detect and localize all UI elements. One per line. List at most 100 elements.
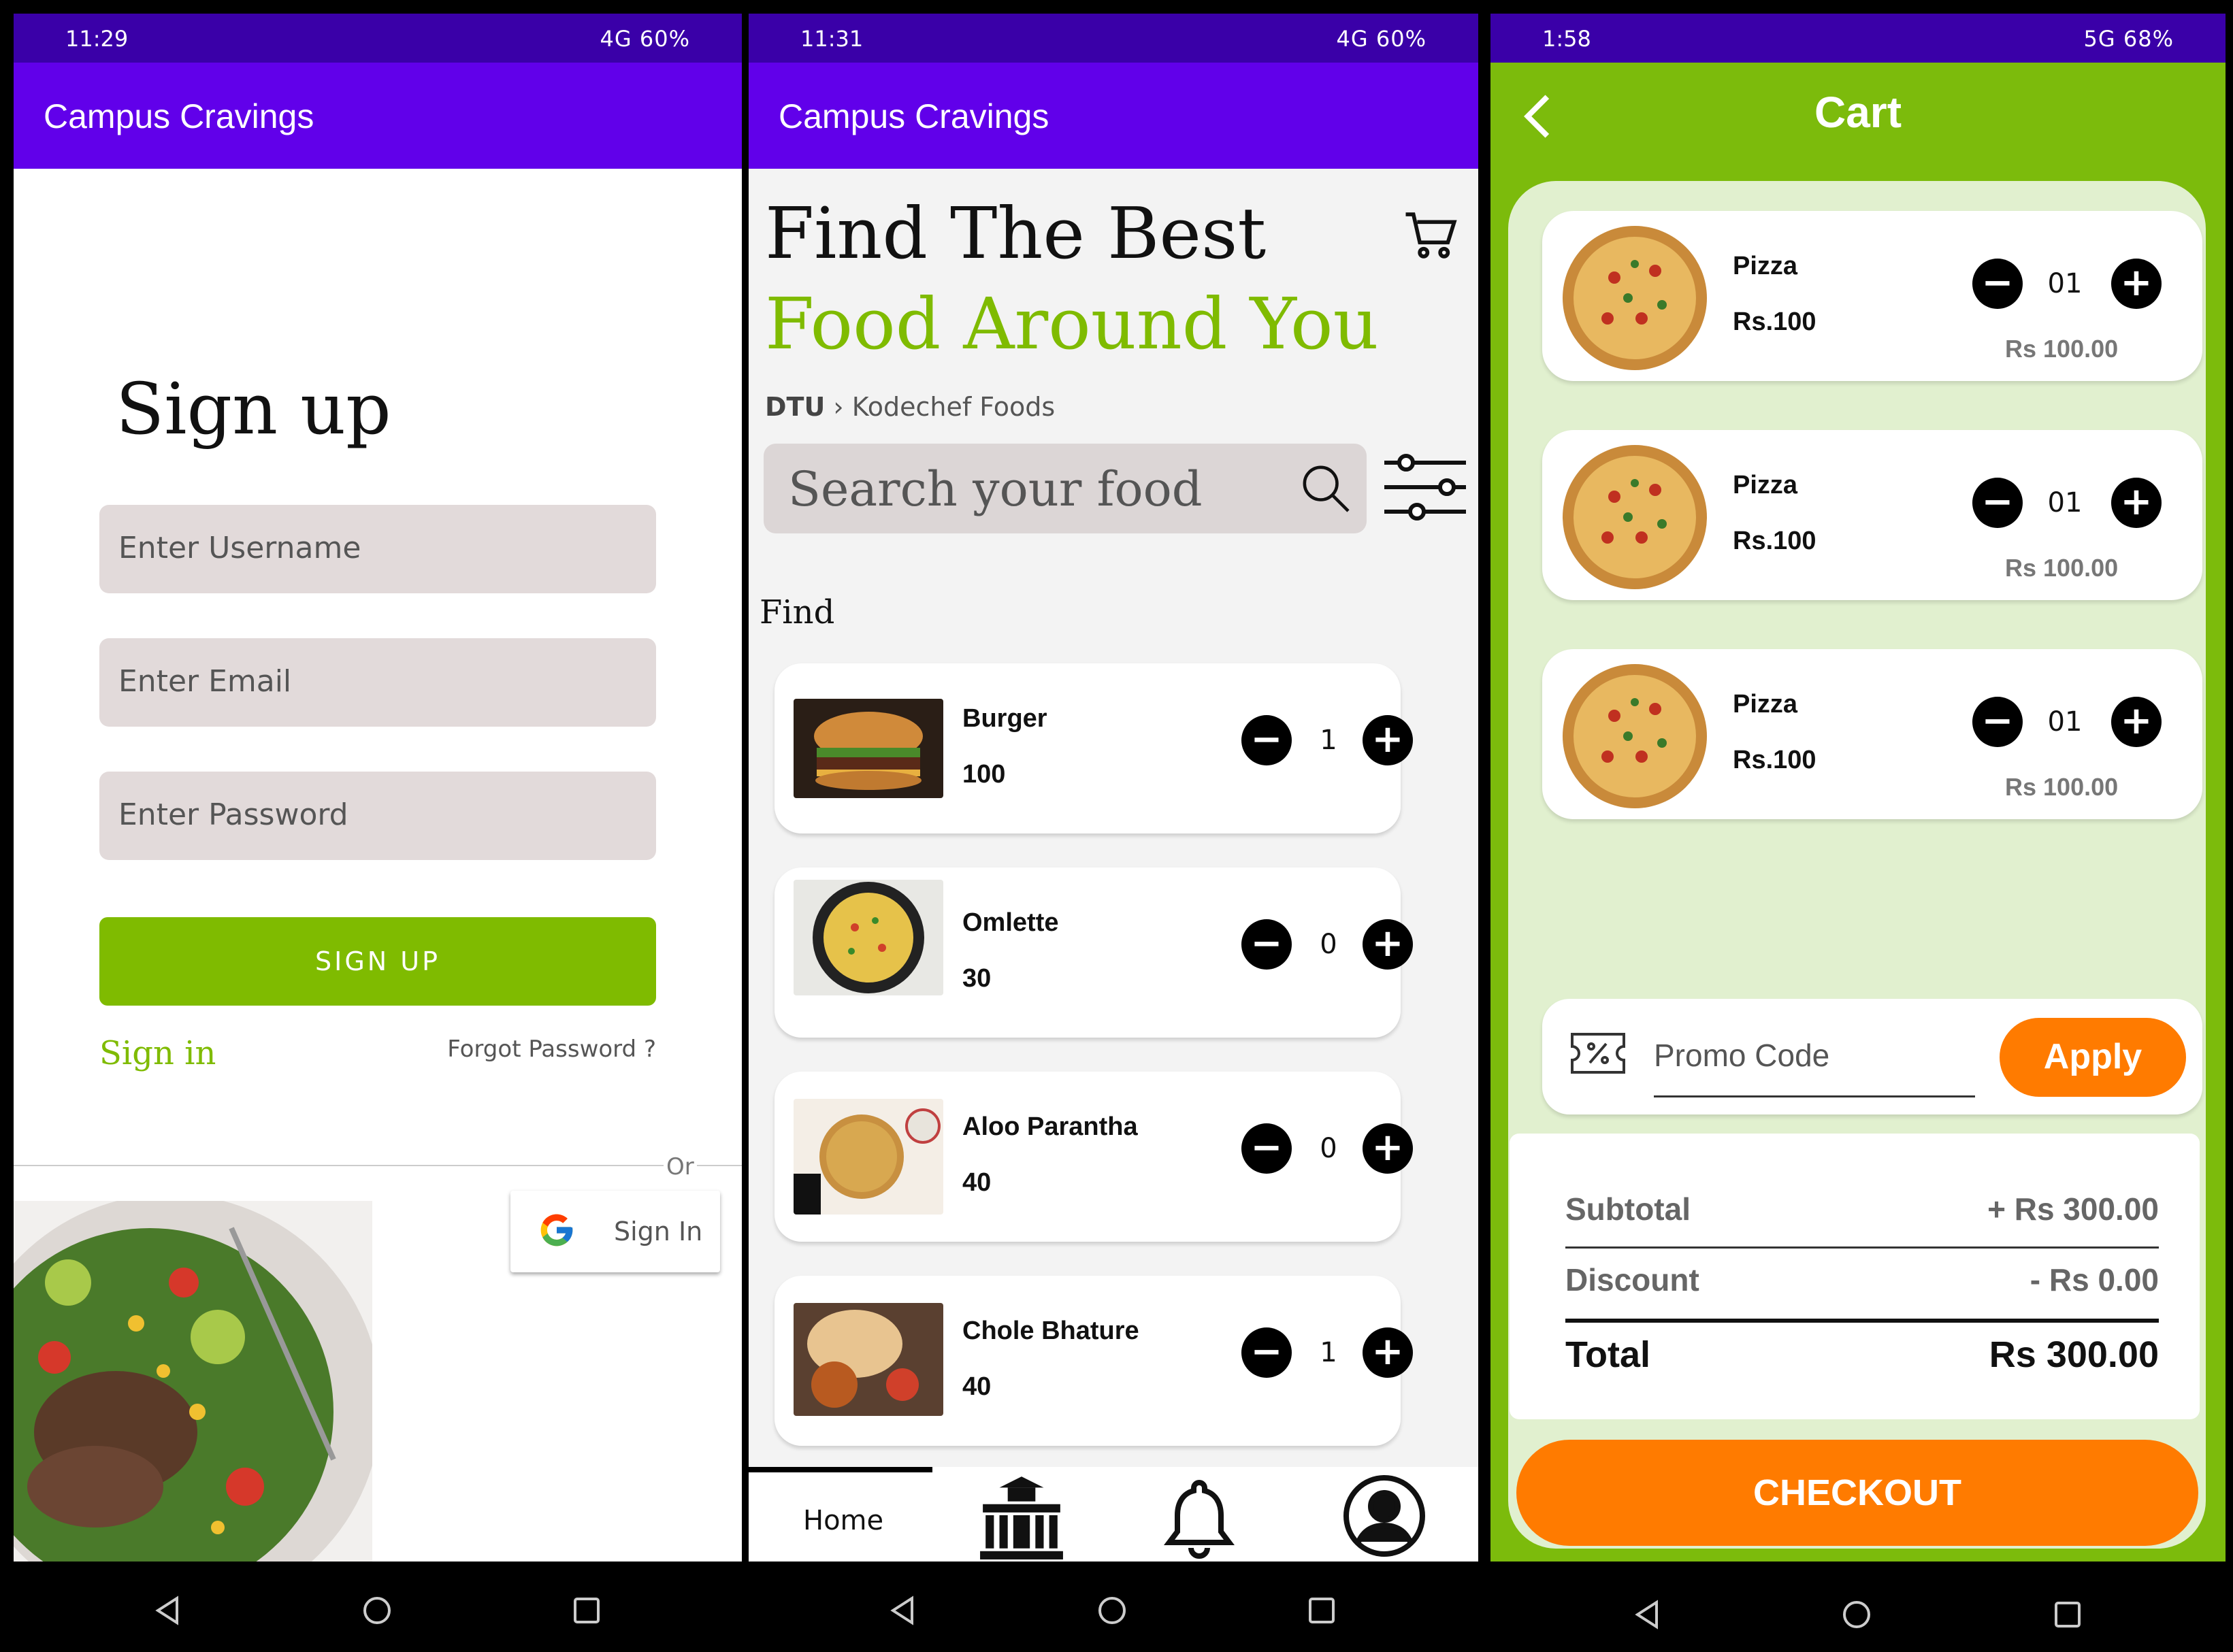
signin-link[interactable]: Sign in bbox=[99, 1034, 216, 1072]
burger-image bbox=[794, 699, 943, 798]
food-card: Aloo Parantha 40 − 0 + bbox=[775, 1072, 1413, 1242]
system-nav-bar bbox=[749, 1562, 1478, 1652]
status-indicators: 5G 68% bbox=[2083, 26, 2174, 52]
item-price: Rs.100 bbox=[1733, 527, 1816, 555]
order-summary: Subtotal + Rs 300.00 Discount - Rs 0.00 … bbox=[1510, 1134, 2200, 1419]
cart-item: Pizza Rs.100 − 01 + Rs 100.00 bbox=[1542, 649, 2202, 819]
email-field[interactable]: Enter Email bbox=[99, 638, 656, 727]
status-time: 11:29 bbox=[65, 26, 129, 52]
item-price: Rs.100 bbox=[1733, 746, 1816, 774]
increase-button[interactable]: + bbox=[2111, 259, 2162, 309]
breadcrumb-current: Kodechef Foods bbox=[851, 392, 1056, 422]
page-title: Cart bbox=[1814, 88, 1902, 137]
quantity-value: 0 bbox=[1320, 1133, 1337, 1164]
username-field[interactable]: Enter Username bbox=[99, 505, 656, 593]
home-nav-icon[interactable] bbox=[1097, 1596, 1127, 1625]
apply-button[interactable]: Apply bbox=[2000, 1018, 2186, 1097]
pizza-image bbox=[1560, 442, 1710, 595]
promo-code-input[interactable]: Promo Code bbox=[1654, 1037, 1829, 1074]
increase-button[interactable]: + bbox=[2111, 697, 2162, 747]
app-bar: Campus Cravings bbox=[749, 63, 1478, 169]
system-nav-bar bbox=[1490, 1562, 2226, 1652]
decrease-button[interactable]: − bbox=[1972, 478, 2023, 528]
cart-panel: Pizza Rs.100 − 01 + Rs 100.00 Pizza Rs.1… bbox=[1508, 181, 2206, 1549]
increase-button[interactable]: + bbox=[1363, 1123, 1413, 1174]
forgot-password-link[interactable]: Forgot Password ? bbox=[447, 1036, 656, 1063]
decrease-button[interactable]: − bbox=[1241, 715, 1292, 765]
home-nav-icon[interactable] bbox=[1842, 1600, 1872, 1630]
subtotal-label: Subtotal bbox=[1565, 1191, 1691, 1227]
bell-icon[interactable] bbox=[1158, 1474, 1240, 1562]
search-input[interactable]: Search your food bbox=[764, 444, 1367, 533]
profile-icon[interactable] bbox=[1342, 1474, 1427, 1561]
status-time: 1:58 bbox=[1542, 26, 1591, 52]
parantha-image bbox=[794, 1099, 943, 1215]
or-label: Or bbox=[664, 1153, 697, 1180]
cart-item: Pizza Rs.100 − 01 + Rs 100.00 bbox=[1542, 430, 2202, 600]
divider bbox=[14, 1165, 742, 1166]
username-placeholder: Enter Username bbox=[118, 531, 361, 565]
increase-button[interactable]: + bbox=[1363, 1327, 1413, 1378]
subtotal-value: + Rs 300.00 bbox=[1987, 1191, 2159, 1227]
search-placeholder: Search your food bbox=[788, 461, 1203, 517]
status-indicators: 4G 60% bbox=[1336, 26, 1427, 52]
filter-icon[interactable] bbox=[1382, 449, 1469, 528]
password-field[interactable]: Enter Password bbox=[99, 772, 656, 860]
back-nav-icon[interactable] bbox=[152, 1596, 182, 1625]
bottom-navigation: Home bbox=[749, 1467, 1478, 1562]
item-total: Rs 100.00 bbox=[2005, 335, 2119, 363]
decrease-button[interactable]: − bbox=[1241, 1327, 1292, 1378]
checkout-button[interactable]: CHECKOUT bbox=[1516, 1440, 2198, 1546]
decrease-button[interactable]: − bbox=[1972, 697, 2023, 747]
item-name: Pizza bbox=[1733, 690, 1798, 718]
recents-nav-icon[interactable] bbox=[2053, 1600, 2083, 1630]
home-screen: 11:31 4G 60% Campus Cravings Find The Be… bbox=[749, 14, 1478, 1562]
cart-item: Pizza Rs.100 − 01 + Rs 100.00 bbox=[1542, 211, 2202, 381]
item-name: Pizza bbox=[1733, 471, 1798, 499]
item-price: Rs.100 bbox=[1733, 308, 1816, 336]
cart-header: Cart bbox=[1490, 63, 2226, 144]
home-nav-icon[interactable] bbox=[362, 1596, 392, 1625]
decrease-button[interactable]: − bbox=[1241, 1123, 1292, 1174]
cart-icon[interactable] bbox=[1401, 204, 1462, 268]
tab-home[interactable]: Home bbox=[803, 1505, 883, 1536]
salad-image bbox=[14, 1201, 372, 1562]
breadcrumb-root[interactable]: DTU bbox=[765, 392, 825, 422]
food-name: Omlette bbox=[962, 908, 1059, 937]
promo-icon bbox=[1569, 1031, 1627, 1078]
quantity-value: 0 bbox=[1320, 929, 1337, 960]
tab-indicator bbox=[749, 1467, 932, 1472]
pizza-image bbox=[1560, 223, 1710, 376]
food-card: Burger 100 − 1 + bbox=[775, 663, 1413, 833]
recents-nav-icon[interactable] bbox=[572, 1596, 602, 1625]
headline-primary: Find The Best bbox=[765, 192, 1267, 275]
headline-secondary: Food Around You bbox=[765, 282, 1379, 365]
back-nav-icon[interactable] bbox=[887, 1596, 917, 1625]
increase-button[interactable]: + bbox=[1363, 715, 1413, 765]
decrease-button[interactable]: − bbox=[1241, 919, 1292, 970]
food-price: 100 bbox=[962, 760, 1006, 789]
food-price: 40 bbox=[962, 1372, 992, 1401]
decrease-button[interactable]: − bbox=[1972, 259, 2023, 309]
promo-underline bbox=[1654, 1095, 1975, 1097]
search-icon[interactable] bbox=[1296, 459, 1356, 518]
signup-button[interactable]: SIGN UP bbox=[99, 917, 656, 1006]
status-indicators: 4G 60% bbox=[600, 26, 690, 52]
food-card: Chole Bhature 40 − 1 + bbox=[775, 1276, 1413, 1446]
cart-screen: 1:58 5G 68% Cart Pizza Rs.100 − 01 + Rs … bbox=[1490, 14, 2226, 1562]
quantity-value: 01 bbox=[2047, 706, 2083, 738]
recents-nav-icon[interactable] bbox=[1307, 1596, 1337, 1625]
building-icon[interactable] bbox=[977, 1474, 1066, 1562]
food-name: Chole Bhature bbox=[962, 1317, 1139, 1345]
status-bar: 11:29 4G 60% bbox=[14, 14, 742, 63]
password-placeholder: Enter Password bbox=[118, 797, 348, 832]
increase-button[interactable]: + bbox=[2111, 478, 2162, 528]
food-name: Burger bbox=[962, 704, 1047, 733]
system-nav-bar bbox=[14, 1562, 742, 1652]
back-nav-icon[interactable] bbox=[1632, 1600, 1662, 1630]
google-signin-button[interactable]: Sign In bbox=[510, 1191, 720, 1272]
app-title: Campus Cravings bbox=[779, 97, 1049, 135]
increase-button[interactable]: + bbox=[1363, 919, 1413, 970]
quantity-value: 1 bbox=[1320, 1337, 1337, 1368]
item-total: Rs 100.00 bbox=[2005, 554, 2119, 582]
